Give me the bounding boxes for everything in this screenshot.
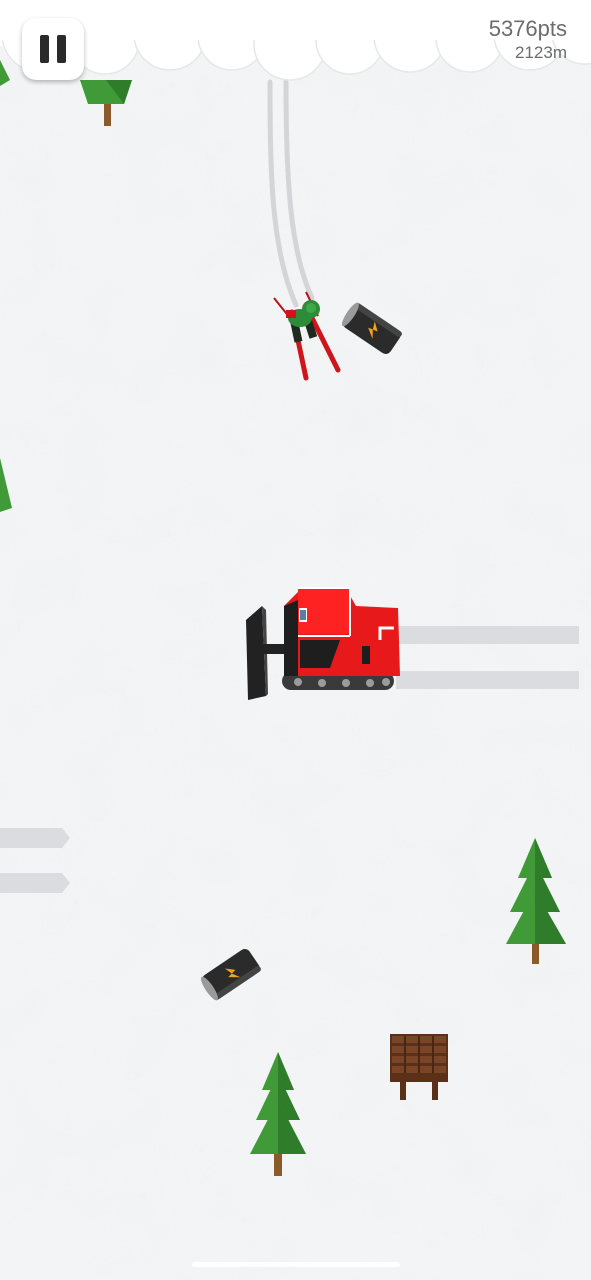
pause-icon	[40, 35, 66, 63]
pause-bar-right	[57, 35, 66, 63]
score-panel: 5376pts 2123m	[489, 16, 567, 64]
pause-bar-left	[40, 35, 49, 63]
home-indicator[interactable]	[192, 1262, 400, 1267]
pause-button[interactable]	[22, 18, 84, 80]
distance-meter: 2123m	[515, 43, 567, 62]
game-scene	[0, 0, 591, 1280]
score-points: 5376pts	[488, 16, 567, 41]
